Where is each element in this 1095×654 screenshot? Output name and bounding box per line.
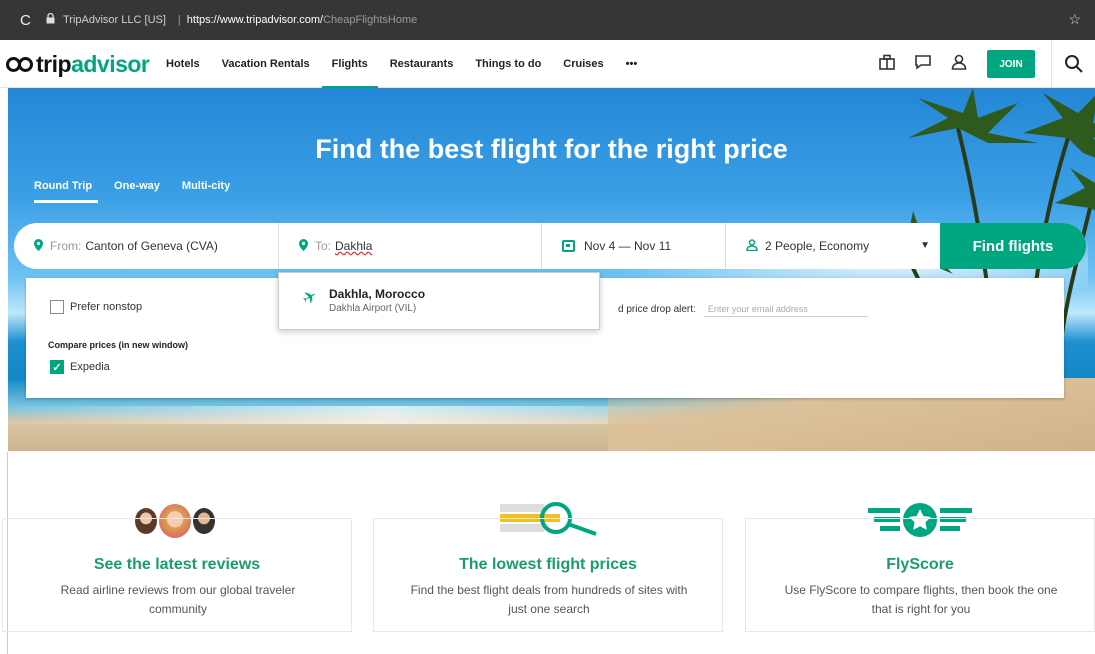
browser-bar: C TripAdvisor LLC [US] | https://www.tri… <box>0 0 1095 40</box>
feature-card-prices: The lowest flight prices Find the best f… <box>373 518 723 632</box>
top-nav: trip advisor Hotels Vacation Rentals Flig… <box>0 40 1095 89</box>
expedia-checkbox[interactable]: ✓ <box>50 360 64 374</box>
prefer-nonstop-label: Prefer nonstop <box>70 301 143 313</box>
hero-title: Find the best flight for the right price <box>315 134 788 164</box>
profile-icon[interactable] <box>941 53 977 76</box>
suggestion-airport: Dakhla Airport (VIL) <box>329 303 417 314</box>
date-range-field[interactable]: Nov 4 — Nov 11 <box>541 223 726 269</box>
nav-cruises[interactable]: Cruises <box>563 40 603 88</box>
to-label: To: <box>315 239 332 253</box>
site-identity[interactable]: TripAdvisor LLC [US] <box>63 14 166 26</box>
nav-hotels[interactable]: Hotels <box>166 40 200 88</box>
to-field[interactable]: To: Dakhla <box>279 223 541 269</box>
page: { "browser": { "site_label": "TripAdviso… <box>0 0 1095 654</box>
tab-multi-city[interactable]: Multi-city <box>182 180 230 203</box>
passengers-value: 2 People, Economy <box>765 239 870 253</box>
reload-icon[interactable]: C <box>20 12 46 29</box>
suggestion-name: Dakhla, Morocco <box>329 287 426 301</box>
tab-round-trip[interactable]: Round Trip <box>34 180 99 203</box>
price-alert-label: d price drop alert: <box>618 304 696 315</box>
join-button[interactable]: JOIN <box>987 50 1035 78</box>
star-icon[interactable]: ☆ <box>1068 11 1081 28</box>
nav-icons: JOIN <box>869 40 1095 88</box>
from-label: From: <box>50 239 82 253</box>
flight-search-bar: From: Canton of Geneva (CVA) To: Dakhla … <box>14 223 1086 269</box>
tripadvisor-logo[interactable]: trip advisor <box>6 51 150 78</box>
date-range-value: Nov 4 — Nov 11 <box>584 239 672 253</box>
email-field[interactable] <box>703 302 868 317</box>
to-value: Dakhla <box>335 239 373 253</box>
location-pin-icon <box>299 238 308 254</box>
from-value: Canton of Geneva (CVA) <box>85 239 218 253</box>
compare-prices-label: Compare prices (in new window) <box>48 340 189 350</box>
passengers-field[interactable]: 2 People, Economy ▼ <box>726 223 940 269</box>
feature-title: The lowest flight prices <box>459 556 637 573</box>
nav-restaurants[interactable]: Restaurants <box>390 40 454 88</box>
find-flights-button[interactable]: Find flights <box>940 223 1086 269</box>
calendar-icon <box>562 240 575 252</box>
prefer-nonstop-checkbox[interactable] <box>50 300 64 314</box>
feature-card-flyscore: FlyScore Use FlyScore to compare flights… <box>745 518 1095 632</box>
url-separator: | <box>177 14 181 26</box>
feature-desc: Use FlyScore to compare flights, then bo… <box>784 583 1058 616</box>
feature-desc: Find the best flight deals from hundreds… <box>410 583 688 616</box>
feature-title: See the latest reviews <box>93 556 261 573</box>
logo-text-trip: trip <box>36 51 72 77</box>
nav-links: Hotels Vacation Rentals Flights Restaura… <box>166 40 659 89</box>
tab-one-way[interactable]: One-way <box>114 180 160 203</box>
url-path: CheapFlightsHome <box>323 14 418 26</box>
hero-banner: Find the best flight for the right price… <box>8 88 1095 451</box>
message-icon[interactable] <box>905 53 941 76</box>
suitcase-icon[interactable] <box>869 53 905 76</box>
feature-title: FlyScore <box>886 556 954 573</box>
prefer-nonstop-option[interactable]: Prefer nonstop <box>50 300 142 314</box>
logo-text-advisor: advisor <box>71 51 150 77</box>
url-host: https://www.tripadvisor.com/ <box>186 14 324 26</box>
person-icon <box>746 238 758 254</box>
expedia-label: Expedia <box>70 361 110 373</box>
feature-card-reviews: See the latest reviews Read airline revi… <box>2 518 352 632</box>
owl-logo-icon <box>6 55 34 75</box>
price-alert: d price drop alert: <box>618 302 868 317</box>
search-icon[interactable] <box>1051 40 1095 88</box>
expedia-option[interactable]: ✓ Expedia <box>50 360 110 374</box>
address-bar[interactable]: https://www.tripadvisor.com/CheapFlights… <box>187 14 417 26</box>
nav-more[interactable]: ••• <box>626 40 638 88</box>
destination-suggestion[interactable]: ✈ Dakhla, Morocco Dakhla Airport (VIL) <box>278 272 600 330</box>
nav-flights[interactable]: Flights <box>321 40 378 89</box>
trip-type-tabs: Round Trip One-way Multi-city <box>34 180 252 203</box>
nav-things-to-do[interactable]: Things to do <box>475 40 541 88</box>
from-field[interactable]: From: Canton of Geneva (CVA) <box>14 223 279 269</box>
chevron-down-icon: ▼ <box>920 240 930 251</box>
feature-desc: Read airline reviews from our global tra… <box>60 583 296 616</box>
lock-icon <box>46 12 55 27</box>
airplane-icon: ✈ <box>298 285 321 310</box>
location-pin-icon <box>34 238 43 254</box>
nav-vacation-rentals[interactable]: Vacation Rentals <box>222 40 310 88</box>
